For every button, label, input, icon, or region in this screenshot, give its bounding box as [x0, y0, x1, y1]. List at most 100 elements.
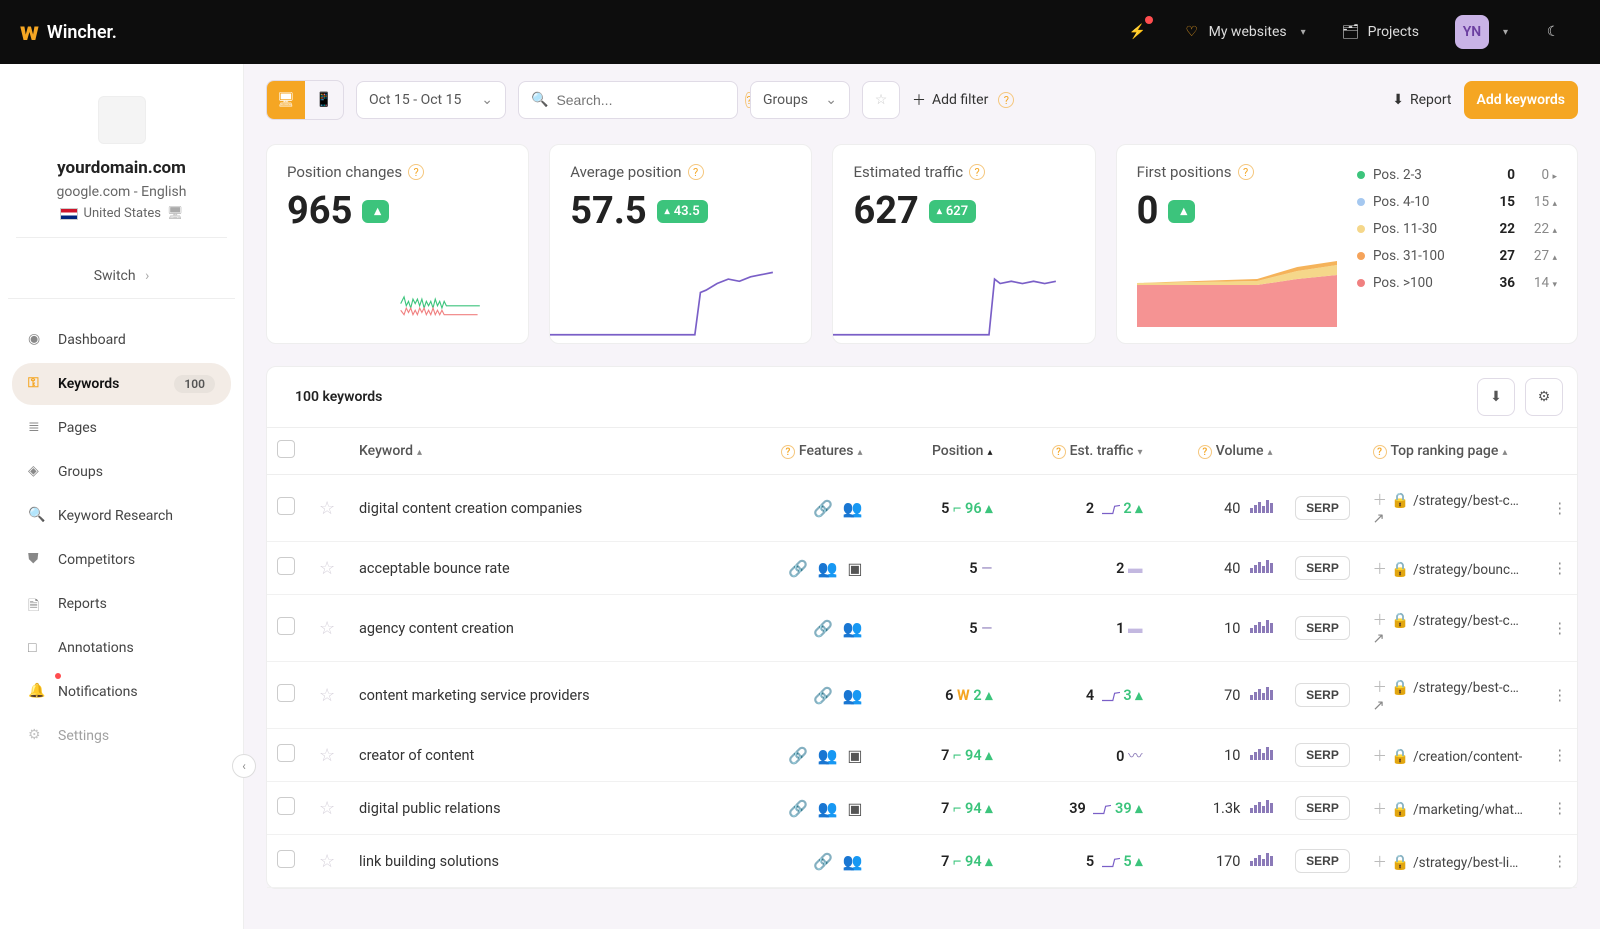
help-icon[interactable]: ? — [688, 164, 704, 180]
row-menu-button[interactable]: ⋮ — [1553, 560, 1568, 577]
external-link-icon[interactable]: ↗ — [1373, 630, 1385, 647]
tab-keywords[interactable]: 100 keywords — [273, 371, 404, 423]
row-checkbox[interactable] — [277, 797, 295, 815]
nav-pages[interactable]: ≣Pages — [12, 407, 231, 449]
row-checkbox[interactable] — [277, 684, 295, 702]
col-position[interactable]: Position▴ — [873, 428, 1003, 475]
table-settings-button[interactable]: ⚙ — [1525, 378, 1563, 416]
report-button[interactable]: ⬇ Report — [1392, 92, 1451, 108]
page-link[interactable]: /strategy/best-con — [1413, 613, 1523, 629]
table-row[interactable]: ☆ link building solutions 🔗 👥 7 ⌐ 94 ▴ 5… — [267, 835, 1577, 888]
daterange-picker[interactable]: Oct 15 - Oct 15 ⌄ — [356, 81, 506, 119]
nav-keywords[interactable]: ⚿Keywords100 — [12, 363, 231, 405]
position-range-row[interactable]: Pos. 2-3 0 0 ▸ — [1357, 167, 1557, 183]
nav-notifications[interactable]: 🔔Notifications — [12, 671, 231, 713]
position-range-row[interactable]: Pos. >100 36 14 ▾ — [1357, 275, 1557, 291]
device-mobile-button[interactable]: 📱 — [305, 81, 343, 119]
col-keyword[interactable]: Keyword▴ — [349, 428, 763, 475]
page-link[interactable]: /strategy/bounce-r — [1413, 562, 1523, 578]
row-menu-button[interactable]: ⋮ — [1553, 853, 1568, 870]
help-icon[interactable]: ? — [998, 92, 1014, 108]
help-icon[interactable]: ? — [1238, 164, 1254, 180]
plus-icon[interactable]: ＋ — [1373, 612, 1388, 629]
col-top-page[interactable]: ?Top ranking page▴ — [1363, 428, 1543, 475]
row-menu-button[interactable]: ⋮ — [1553, 687, 1568, 704]
row-checkbox[interactable] — [277, 617, 295, 635]
col-volume[interactable]: ?Volume▴ — [1153, 428, 1283, 475]
star-icon[interactable]: ☆ — [319, 745, 335, 766]
row-menu-button[interactable]: ⋮ — [1553, 620, 1568, 637]
collapse-sidebar-button[interactable]: ‹ — [232, 754, 256, 778]
help-icon[interactable]: ? — [408, 164, 424, 180]
table-row[interactable]: ☆ content marketing service providers 🔗 … — [267, 662, 1577, 729]
external-link-icon[interactable]: ↗ — [1373, 697, 1385, 714]
plus-icon[interactable]: ＋ — [1373, 801, 1388, 818]
nav-keyword-research[interactable]: 🔍Keyword Research — [12, 495, 231, 537]
row-checkbox[interactable] — [277, 497, 295, 515]
nav-annotations[interactable]: □Annotations — [12, 627, 231, 669]
add-filter-button[interactable]: ＋ Add filter ? — [912, 90, 1014, 110]
serp-button[interactable]: SERP — [1295, 496, 1350, 520]
plus-icon[interactable]: ＋ — [1373, 679, 1388, 696]
search-input-wrap[interactable]: 🔍 ? — [518, 81, 738, 119]
page-link[interactable]: /strategy/best-con agencies — [1413, 680, 1523, 696]
nav-reports[interactable]: 🗎Reports — [12, 583, 231, 625]
page-link[interactable]: /creation/content- — [1413, 749, 1522, 765]
nav-competitors[interactable]: ⛊Competitors — [12, 539, 231, 581]
star-filter-button[interactable]: ☆ — [862, 81, 900, 119]
plus-icon[interactable]: ＋ — [1373, 561, 1388, 578]
serp-button[interactable]: SERP — [1295, 849, 1350, 873]
row-menu-button[interactable]: ⋮ — [1553, 747, 1568, 764]
row-menu-button[interactable]: ⋮ — [1553, 500, 1568, 517]
nav-settings[interactable]: ⚙Settings — [12, 715, 231, 757]
device-desktop-button[interactable]: 🖥 — [267, 81, 305, 119]
position-range-row[interactable]: Pos. 4-10 15 15 ▴ — [1357, 194, 1557, 210]
projects-menu[interactable]: 🗂 Projects — [1324, 0, 1437, 64]
add-keywords-button[interactable]: Add keywords — [1464, 81, 1578, 119]
star-icon[interactable]: ☆ — [319, 618, 335, 639]
serp-button[interactable]: SERP — [1295, 616, 1350, 640]
row-checkbox[interactable] — [277, 557, 295, 575]
search-input[interactable] — [556, 92, 737, 108]
plus-icon[interactable]: ＋ — [1373, 854, 1388, 871]
plus-icon[interactable]: ＋ — [1373, 748, 1388, 765]
col-est-traffic[interactable]: ?Est. traffic▾ — [1003, 428, 1153, 475]
row-menu-button[interactable]: ⋮ — [1553, 800, 1568, 817]
switch-site-link[interactable]: Switch › — [8, 254, 235, 299]
flash-button[interactable]: ⚡ — [1111, 0, 1165, 64]
row-checkbox[interactable] — [277, 744, 295, 762]
page-link[interactable]: /strategy/best-con — [1413, 493, 1523, 509]
table-row[interactable]: ☆ digital public relations 🔗 👥 ▣ 7 ⌐ 94 … — [267, 782, 1577, 835]
page-link[interactable]: /marketing/what-is — [1413, 802, 1523, 818]
position-range-row[interactable]: Pos. 31-100 27 27 ▴ — [1357, 248, 1557, 264]
position-range-row[interactable]: Pos. 11-30 22 22 ▴ — [1357, 221, 1557, 237]
select-all-checkbox[interactable] — [277, 440, 295, 458]
user-menu[interactable]: YN — [1437, 0, 1526, 64]
star-icon[interactable]: ☆ — [319, 851, 335, 872]
logo[interactable]: w Wincher. — [20, 17, 117, 47]
serp-button[interactable]: SERP — [1295, 743, 1350, 767]
row-checkbox[interactable] — [277, 850, 295, 868]
col-features[interactable]: ?Features▴ — [763, 428, 873, 475]
groups-filter[interactable]: Groups ⌄ — [750, 81, 850, 119]
table-row[interactable]: ☆ creator of content 🔗 👥 ▣ 7 ⌐ 94 ▴ 0 〰 … — [267, 729, 1577, 782]
star-icon[interactable]: ☆ — [319, 498, 335, 519]
my-websites-menu[interactable]: ♡ My websites — [1165, 0, 1324, 64]
page-link[interactable]: /strategy/best-link — [1413, 855, 1523, 871]
nav-groups[interactable]: ◈Groups — [12, 451, 231, 493]
plus-icon[interactable]: ＋ — [1373, 492, 1388, 509]
serp-button[interactable]: SERP — [1295, 556, 1350, 580]
external-link-icon[interactable]: ↗ — [1373, 510, 1385, 527]
serp-button[interactable]: SERP — [1295, 683, 1350, 707]
help-icon[interactable]: ? — [969, 164, 985, 180]
table-row[interactable]: ☆ acceptable bounce rate 🔗 👥 ▣ 5 — 2 ▬ 4… — [267, 542, 1577, 595]
nav-dashboard[interactable]: ◉Dashboard — [12, 319, 231, 361]
star-icon[interactable]: ☆ — [319, 558, 335, 579]
star-icon[interactable]: ☆ — [319, 685, 335, 706]
export-button[interactable]: ⬇ — [1477, 378, 1515, 416]
star-icon[interactable]: ☆ — [319, 798, 335, 819]
theme-toggle[interactable]: ☾ — [1526, 0, 1580, 64]
serp-button[interactable]: SERP — [1295, 796, 1350, 820]
table-row[interactable]: ☆ digital content creation companies 🔗 👥… — [267, 475, 1577, 542]
table-row[interactable]: ☆ agency content creation 🔗 👥 5 — 1 ▬ 10… — [267, 595, 1577, 662]
